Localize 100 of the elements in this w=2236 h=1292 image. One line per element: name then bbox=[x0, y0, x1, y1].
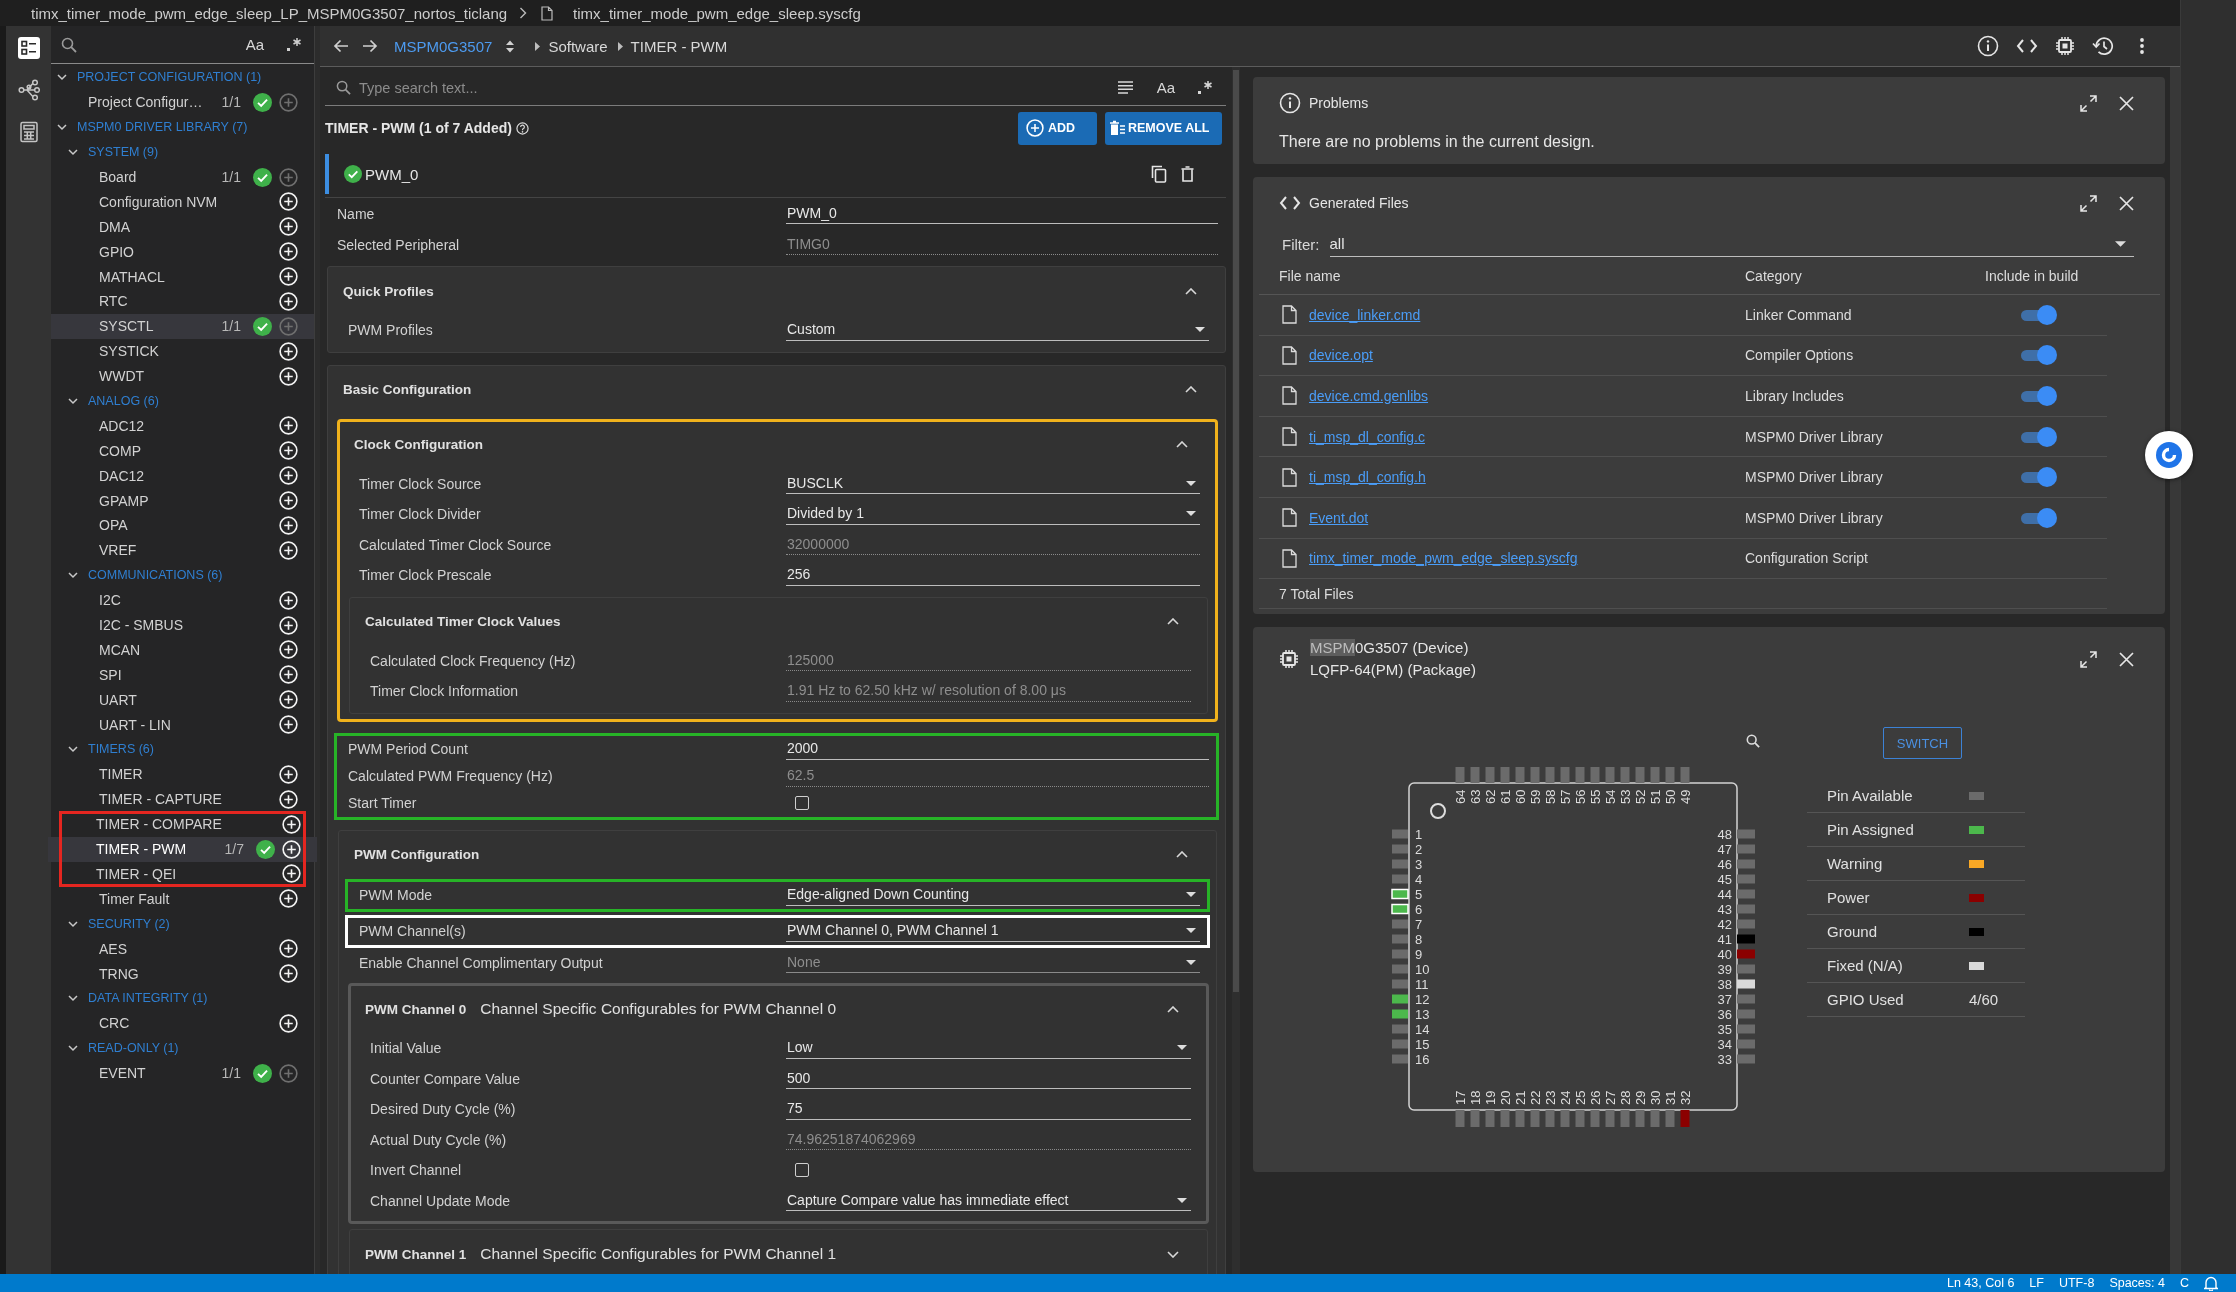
file-link[interactable]: ti_msp_dl_config.h bbox=[1309, 469, 1426, 486]
status-item[interactable]: LF bbox=[2029, 1276, 2044, 1290]
chip-pin[interactable] bbox=[1391, 903, 1409, 915]
tree-item[interactable]: DAC12 bbox=[51, 463, 314, 489]
chip-pin[interactable] bbox=[1391, 888, 1409, 900]
tree-item[interactable]: TIMER - PWM 1/7 bbox=[48, 836, 317, 862]
history-icon[interactable] bbox=[2092, 36, 2114, 56]
tree-item[interactable]: Board 1/1 bbox=[51, 164, 314, 190]
tree-item[interactable]: COMP bbox=[51, 438, 314, 464]
tree-item[interactable]: TIMER bbox=[51, 761, 314, 787]
regex-icon[interactable] bbox=[1197, 80, 1213, 95]
more-icon[interactable] bbox=[2139, 37, 2145, 55]
tree-item[interactable]: UART - LIN bbox=[51, 712, 314, 738]
tree-item[interactable]: SPI bbox=[51, 662, 314, 688]
tree-item[interactable]: SYSTICK bbox=[51, 338, 314, 364]
tree-item[interactable]: VREF bbox=[51, 537, 314, 563]
chevron-up-icon[interactable] bbox=[1167, 1005, 1179, 1013]
checkbox[interactable] bbox=[795, 1163, 809, 1178]
toggle-switch[interactable] bbox=[2021, 386, 2057, 406]
tree-item[interactable]: RTC bbox=[51, 289, 314, 314]
file-link[interactable]: device_linker.cmd bbox=[1309, 306, 1421, 323]
remove-all-button[interactable]: REMOVE ALL bbox=[1105, 111, 1222, 145]
text-field[interactable]: 2000 bbox=[786, 738, 1209, 760]
dropdown-field[interactable]: Custom bbox=[786, 319, 1209, 341]
tree-item[interactable]: Project Configur… 1/1 bbox=[51, 89, 314, 115]
search-field[interactable]: Type search text... bbox=[359, 79, 1118, 96]
dropdown-field[interactable]: PWM Channel 0, PWM Channel 1 bbox=[786, 920, 1200, 942]
toggle-switch[interactable] bbox=[2021, 467, 2057, 488]
tree-item[interactable]: UART bbox=[51, 687, 314, 713]
file-link[interactable]: Event.dot bbox=[1309, 509, 1369, 526]
toggle-switch[interactable] bbox=[2021, 426, 2057, 447]
scrollbar[interactable] bbox=[2170, 67, 2180, 1274]
breadcrumb-item[interactable]: TIMER - PWM bbox=[630, 37, 728, 55]
tree-item[interactable]: MATHACL bbox=[51, 264, 314, 289]
tree-item[interactable]: OPA bbox=[51, 513, 314, 538]
tree-item[interactable]: GPAMP bbox=[51, 488, 314, 514]
list-icon[interactable] bbox=[1117, 81, 1133, 94]
tree-group[interactable]: ANALOG (6) bbox=[51, 388, 314, 414]
back-arrow-icon[interactable] bbox=[333, 39, 349, 53]
chip-icon[interactable] bbox=[2055, 36, 2075, 56]
file-link[interactable]: device.opt bbox=[1309, 347, 1373, 364]
chevron-down-icon[interactable] bbox=[1167, 1250, 1179, 1258]
regex-icon[interactable] bbox=[286, 37, 302, 52]
dropdown-field[interactable]: Divided by 1 bbox=[786, 503, 1200, 525]
help-icon[interactable] bbox=[515, 121, 529, 135]
tree-group[interactable]: DATA INTEGRITY (1) bbox=[51, 985, 314, 1011]
project-name[interactable]: timx_timer_mode_pwm_edge_sleep_LP_MSPM0G3507_nortos_ticlang bbox=[31, 4, 508, 22]
chip-pin[interactable] bbox=[1737, 979, 1755, 989]
info-icon[interactable] bbox=[1977, 35, 1999, 57]
tree-item[interactable]: MCAN bbox=[51, 637, 314, 663]
status-item[interactable]: Ln 43, Col 6 bbox=[1946, 1276, 2015, 1290]
toggle-switch[interactable] bbox=[2021, 304, 2057, 325]
copy-icon[interactable] bbox=[1151, 165, 1167, 183]
tree-item[interactable]: Timer Fault bbox=[51, 886, 314, 912]
file-link[interactable]: timx_timer_mode_pwm_edge_sleep.syscfg bbox=[1309, 550, 1578, 567]
tree-group[interactable]: COMMUNICATIONS (6) bbox=[51, 562, 314, 588]
text-field[interactable]: 75 bbox=[786, 1098, 1191, 1120]
breadcrumb-item[interactable]: Software bbox=[548, 37, 608, 55]
match-case-toggle[interactable]: Aa bbox=[245, 36, 264, 53]
dropdown-field[interactable]: Low bbox=[786, 1037, 1191, 1059]
expand-icon[interactable] bbox=[2080, 194, 2097, 212]
tree-group[interactable]: TIMERS (6) bbox=[51, 737, 314, 762]
file-link[interactable]: device.cmd.genlibs bbox=[1309, 388, 1429, 404]
expand-icon[interactable] bbox=[2080, 650, 2097, 668]
code-icon[interactable] bbox=[2016, 37, 2038, 55]
dropdown-field[interactable]: Edge-aligned Down Counting bbox=[786, 884, 1200, 906]
scrollbar[interactable] bbox=[1233, 70, 1239, 992]
up-down-icon[interactable] bbox=[505, 38, 516, 54]
chevron-up-icon[interactable] bbox=[1185, 287, 1197, 295]
forward-arrow-icon[interactable] bbox=[362, 39, 378, 53]
status-item[interactable]: C bbox=[2179, 1276, 2189, 1290]
status-item[interactable]: UTF-8 bbox=[2058, 1276, 2095, 1290]
text-field[interactable]: PWM_0 bbox=[786, 203, 1218, 224]
tree-item[interactable]: TIMER - CAPTURE bbox=[51, 786, 314, 812]
tree-group[interactable]: SYSTEM (9) bbox=[51, 139, 314, 165]
text-field[interactable]: 256 bbox=[786, 564, 1200, 586]
close-icon[interactable] bbox=[2119, 95, 2134, 111]
tree-group[interactable]: PROJECT CONFIGURATION (1) bbox=[51, 65, 314, 90]
tree-group[interactable]: READ-ONLY (1) bbox=[51, 1035, 314, 1061]
toggle-switch[interactable] bbox=[2021, 345, 2057, 366]
tree-item[interactable]: TRNG bbox=[51, 961, 314, 986]
text-field[interactable]: 500 bbox=[786, 1068, 1191, 1090]
tree-group[interactable]: SECURITY (2) bbox=[51, 911, 314, 937]
tree-item[interactable]: TIMER - QEI bbox=[48, 861, 317, 887]
match-case-toggle[interactable]: Aa bbox=[1156, 79, 1175, 96]
tree-item[interactable]: GPIO bbox=[51, 239, 314, 265]
tree-item[interactable]: CRC bbox=[51, 1010, 314, 1036]
bell-icon[interactable] bbox=[2204, 1275, 2218, 1291]
close-icon[interactable] bbox=[2119, 195, 2134, 211]
device-link[interactable]: MSPM0G3507 bbox=[394, 37, 493, 55]
tree-item[interactable]: DMA bbox=[51, 214, 314, 240]
file-name[interactable]: timx_timer_mode_pwm_edge_sleep.syscfg bbox=[573, 4, 861, 22]
tree-item[interactable]: I2C - SMBUS bbox=[51, 612, 314, 638]
tree-item[interactable]: SYSCTL 1/1 bbox=[51, 313, 314, 339]
expand-icon[interactable] bbox=[2080, 94, 2097, 112]
tree-item[interactable]: WWDT bbox=[51, 363, 314, 389]
add-button[interactable]: ADD bbox=[1018, 111, 1097, 145]
tree-item[interactable]: I2C bbox=[51, 587, 314, 613]
file-link[interactable]: ti_msp_dl_config.c bbox=[1309, 428, 1425, 445]
tree-item[interactable]: Configuration NVM bbox=[51, 189, 314, 215]
